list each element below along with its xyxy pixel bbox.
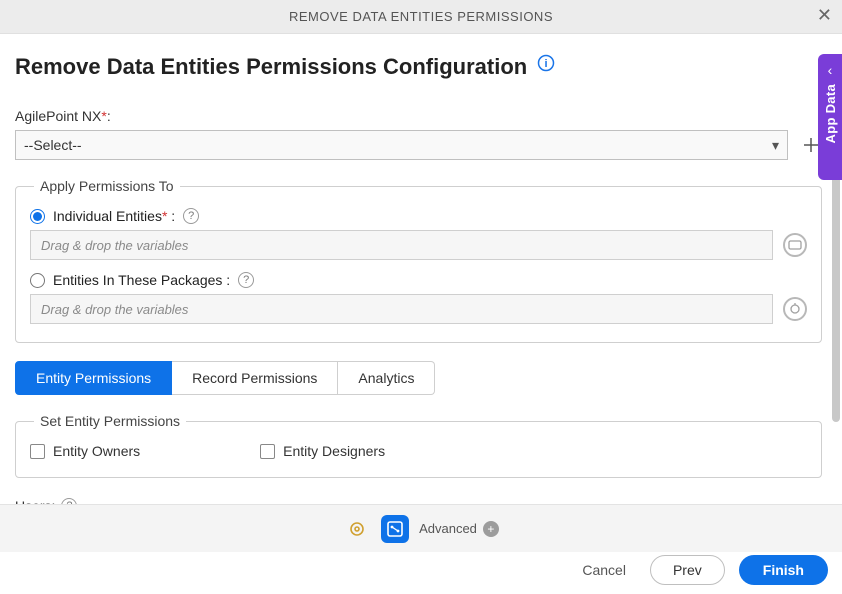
apply-permissions-legend: Apply Permissions To [34,178,180,194]
entity-owners-label: Entity Owners [53,443,140,459]
checkbox-icon [30,444,45,459]
individual-entities-radio[interactable] [30,209,45,224]
agilepoint-label: AgilePoint NX*: [15,108,822,124]
gear-icon[interactable] [343,515,371,543]
app-data-side-tab[interactable]: ‹ App Data [818,54,842,180]
help-icon[interactable]: ? [183,208,199,224]
packages-label: Entities In These Packages : [53,272,230,288]
agilepoint-label-text: AgilePoint NX [15,108,101,124]
agilepoint-select-value: --Select-- [24,137,82,153]
permission-tabs: Entity Permissions Record Permissions An… [15,361,822,395]
packages-dropzone[interactable]: Drag & drop the variables [30,294,773,324]
help-icon[interactable]: ? [238,272,254,288]
individual-entities-label: Individual Entities* : [53,208,175,224]
tab-analytics[interactable]: Analytics [338,361,435,395]
close-icon[interactable]: ✕ [817,6,832,24]
svg-text:i: i [545,58,548,70]
toolbar: Advanced + [0,504,842,552]
packages-radio[interactable] [30,273,45,288]
tab-record-permissions[interactable]: Record Permissions [172,361,338,395]
plus-circle-icon: + [483,521,499,537]
advanced-toggle[interactable]: Advanced + [419,521,499,537]
set-entity-permissions-fieldset: Set Entity Permissions Entity Owners Ent… [15,413,822,478]
chevron-down-icon: ▾ [772,137,779,154]
set-entity-permissions-legend: Set Entity Permissions [34,413,186,429]
advanced-label: Advanced [419,521,477,536]
entity-designers-label: Entity Designers [283,443,385,459]
bottom-area: Advanced + Cancel Prev Finish [0,504,842,594]
required-mark: * [101,108,106,124]
footer: Cancel Prev Finish [0,552,842,594]
app-data-label: App Data [823,84,838,143]
agilepoint-select[interactable]: --Select-- ▾ [15,130,788,160]
chevron-left-icon: ‹ [828,62,833,78]
package-picker-icon[interactable] [783,297,807,321]
content-area: Remove Data Entities Permissions Configu… [0,34,842,504]
prev-button[interactable]: Prev [650,555,725,585]
titlebar-title: REMOVE DATA ENTITIES PERMISSIONS [289,9,553,24]
info-icon[interactable]: i [537,54,555,75]
tab-entity-permissions[interactable]: Entity Permissions [15,361,172,395]
finish-button[interactable]: Finish [739,555,828,585]
cancel-button[interactable]: Cancel [572,556,636,584]
layout-icon[interactable] [381,515,409,543]
page-title: Remove Data Entities Permissions Configu… [15,54,527,80]
apply-permissions-fieldset: Apply Permissions To Individual Entities… [15,178,822,343]
entity-designers-checkbox-item[interactable]: Entity Designers [260,443,385,459]
individual-entities-dropzone[interactable]: Drag & drop the variables [30,230,773,260]
checkbox-icon [260,444,275,459]
entity-picker-icon[interactable] [783,233,807,257]
entity-owners-checkbox-item[interactable]: Entity Owners [30,443,140,459]
titlebar: REMOVE DATA ENTITIES PERMISSIONS ✕ [0,0,842,34]
